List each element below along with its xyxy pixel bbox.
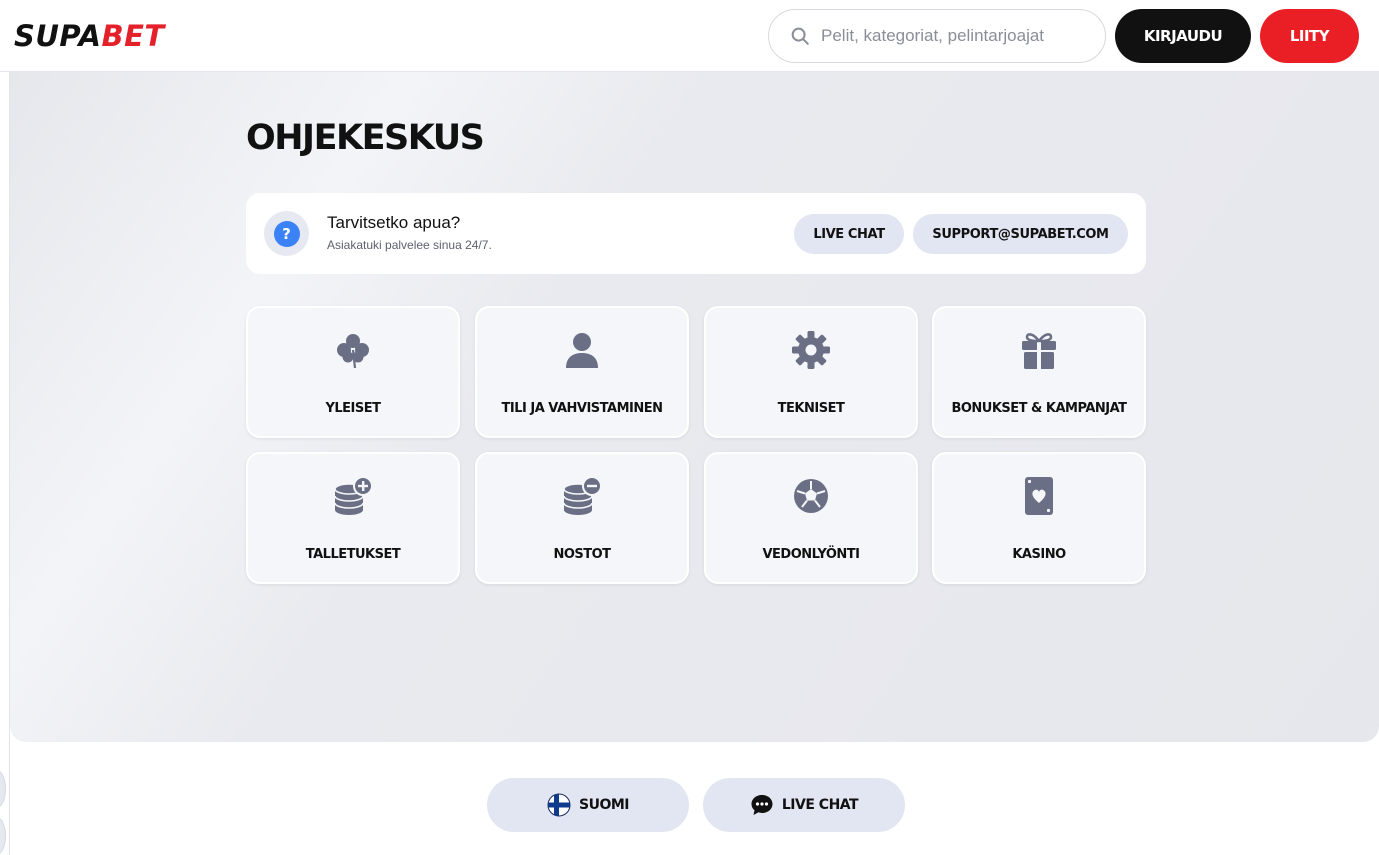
category-tile-vedonlyonti[interactable]: VEDONLYÖNTI xyxy=(704,452,918,584)
supabet-logo[interactable]: SUPA BET xyxy=(14,19,165,53)
search-icon xyxy=(791,27,809,45)
language-label: SUOMI xyxy=(579,797,630,813)
category-label: YLEISET xyxy=(325,401,381,416)
category-tile-yleiset[interactable]: YLEISET xyxy=(246,306,460,438)
category-label: TEKNISET xyxy=(777,401,845,416)
category-label: KASINO xyxy=(1012,547,1066,562)
search-box[interactable] xyxy=(768,9,1106,63)
category-label: TALLETUKSET xyxy=(305,547,401,562)
help-center-panel xyxy=(10,72,1379,742)
clover-icon xyxy=(337,334,369,369)
coins-minus-icon xyxy=(563,476,602,515)
login-button[interactable]: KIRJAUDU xyxy=(1115,9,1251,63)
playing-card-icon xyxy=(1025,477,1053,515)
category-label: BONUKSET & KAMPANJAT xyxy=(951,401,1127,416)
rail-handle-top[interactable] xyxy=(0,770,6,808)
footer-live-chat-label: LIVE CHAT xyxy=(781,797,859,813)
category-tile-talletukset[interactable]: TALLETUKSET xyxy=(246,452,460,584)
left-rail xyxy=(0,72,10,855)
help-card: ? Tarvitsetko apua? Asiakatuki palvelee … xyxy=(246,193,1146,274)
question-icon: ? xyxy=(273,220,300,247)
category-label: VEDONLYÖNTI xyxy=(762,547,860,562)
chat-bubble-icon xyxy=(751,795,773,815)
search-input[interactable] xyxy=(821,26,1081,46)
finland-flag-icon xyxy=(547,793,571,817)
coins-plus-icon xyxy=(334,476,373,515)
rail-handle-bottom[interactable] xyxy=(0,817,6,855)
page-title: OHJEKESKUS xyxy=(246,118,485,158)
category-tile-bonukset[interactable]: BONUKSET & KAMPANJAT xyxy=(932,306,1146,438)
category-tile-tili[interactable]: TILI JA VAHVISTAMINEN xyxy=(475,306,689,438)
gift-icon xyxy=(1022,333,1056,369)
help-icon-container: ? xyxy=(264,211,309,256)
category-label: TILI JA VAHVISTAMINEN xyxy=(501,401,664,416)
gear-icon xyxy=(792,331,830,369)
live-chat-button[interactable]: LIVE CHAT xyxy=(794,214,904,254)
category-tile-tekniset[interactable]: TEKNISET xyxy=(704,306,918,438)
language-selector-button[interactable]: SUOMI xyxy=(487,778,689,832)
footer-live-chat-button[interactable]: LIVE CHAT xyxy=(703,778,905,832)
logo-text-bet: BET xyxy=(101,19,165,53)
category-label: NOSTOT xyxy=(553,547,611,562)
category-tile-nostot[interactable]: NOSTOT xyxy=(475,452,689,584)
help-subtitle: Asiakatuki palvelee sinua 24/7. xyxy=(327,238,492,252)
logo-text-supa: SUPA xyxy=(14,19,102,53)
category-tile-kasino[interactable]: KASINO xyxy=(932,452,1146,584)
site-header: SUPABET KIRJAUDU LIITY xyxy=(0,0,1379,72)
help-title: Tarvitsetko apua? xyxy=(327,213,461,232)
support-email-button[interactable]: SUPPORT@SUPABET.COM xyxy=(913,214,1128,254)
football-icon xyxy=(794,479,828,513)
join-button[interactable]: LIITY xyxy=(1260,9,1359,63)
user-icon xyxy=(566,333,598,368)
